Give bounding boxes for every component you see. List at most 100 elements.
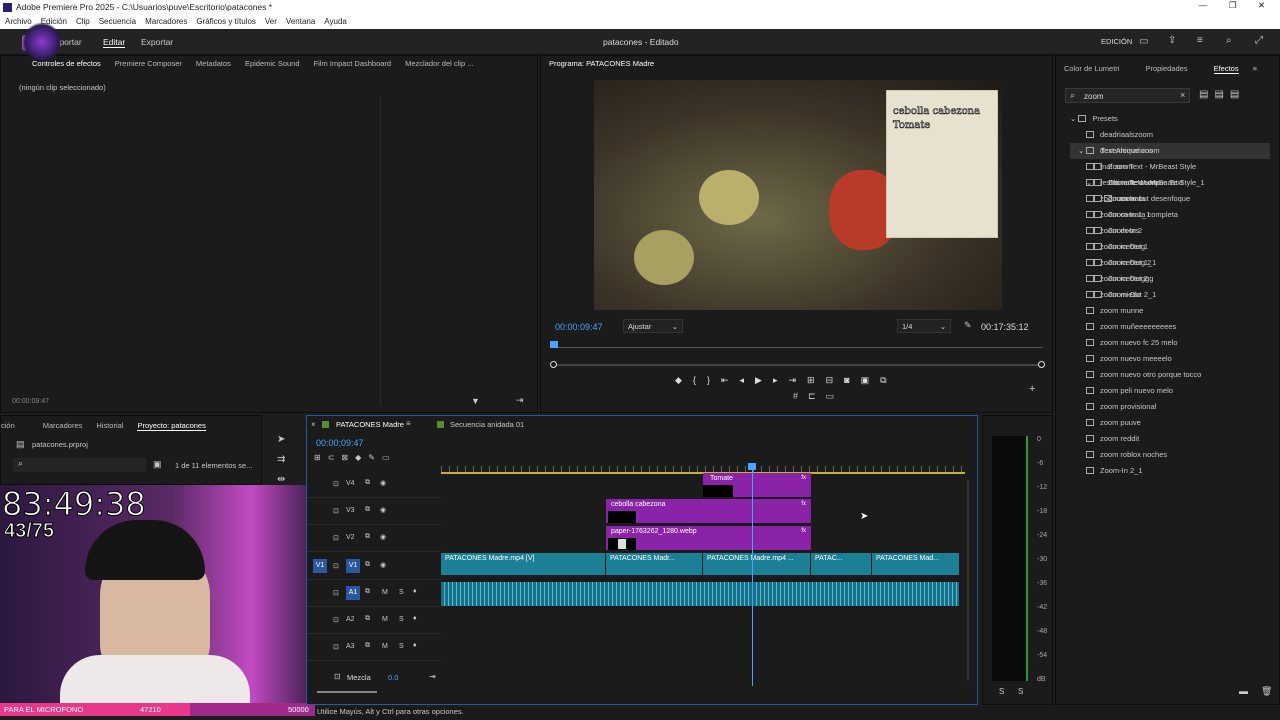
close-tab-icon[interactable]: ×	[311, 420, 316, 429]
wrench-icon[interactable]: ✎	[964, 320, 972, 331]
mute-button[interactable]: M	[382, 616, 388, 623]
marker-icon[interactable]: ◆	[675, 375, 693, 385]
lock-icon[interactable]: ⊡	[333, 643, 339, 651]
menu-archivo[interactable]: Archivo	[5, 17, 32, 26]
filter-icon[interactable]: ▼	[471, 396, 480, 406]
tab-propiedades[interactable]: Propiedades	[1145, 64, 1187, 73]
preset-item[interactable]: zoom muñeeeeeeeees	[1070, 319, 1270, 335]
share-icon[interactable]: ⇪	[1168, 35, 1176, 46]
tab-exportar[interactable]: Exportar	[141, 37, 173, 47]
clip-cebolla[interactable]: cebolla cabezona fx	[606, 499, 811, 523]
solo-right[interactable]: S	[1018, 687, 1023, 696]
mix-end-icon[interactable]: ⇥	[429, 672, 436, 681]
go-to-out-icon[interactable]: ⇥	[788, 375, 807, 385]
tab-sequence-nested[interactable]: Secuencia anidada 01	[450, 420, 524, 429]
export-icon[interactable]: ⇥	[516, 395, 524, 406]
track-label[interactable]: V4	[346, 480, 355, 487]
vertical-scrollbar[interactable]	[967, 481, 969, 681]
preset-item[interactable]: zoom provisional	[1070, 399, 1270, 415]
audio-clip-a1[interactable]	[441, 582, 959, 606]
menu-graficos[interactable]: Gráficos y títulos	[196, 17, 256, 26]
tab-historial[interactable]: Historial	[96, 421, 123, 430]
marker-icon[interactable]: ◆	[355, 453, 368, 462]
preset-item[interactable]: Zoom-In 2_1	[1070, 463, 1270, 479]
lock-icon[interactable]: ⊡	[333, 616, 339, 624]
wrench-icon[interactable]: ✎	[368, 453, 382, 462]
safe-margin-icon[interactable]: ⊏	[808, 391, 826, 401]
play-icon[interactable]: ▶	[755, 375, 773, 385]
track-label[interactable]: V3	[346, 507, 355, 514]
quality-select[interactable]: 1/4 ⌄	[897, 319, 951, 333]
lock-icon[interactable]: ⊡	[333, 562, 339, 570]
microphone-icon[interactable]: ♦	[413, 642, 417, 649]
caption-icon[interactable]: ▭	[382, 453, 397, 462]
close-icon[interactable]: ✕	[1258, 0, 1265, 11]
clip-v1-e[interactable]: PATACONES Mad...	[872, 553, 959, 575]
clip-v1-c[interactable]: PATACONES Madre.mp4 ...	[703, 553, 810, 575]
tab-mixer[interactable]: Mezclador del clip ...	[405, 59, 473, 68]
timeline-timecode[interactable]: 00:00:09:47	[316, 438, 364, 448]
clip-v1-d[interactable]: PATAC...	[811, 553, 871, 575]
snap-icon[interactable]: ⊂	[328, 453, 342, 462]
out-point-icon[interactable]: }	[707, 375, 721, 385]
clear-search-icon[interactable]: ×	[1180, 90, 1185, 100]
text-animations-folder[interactable]: ⌄ Text Animations	[1070, 143, 1270, 159]
track-label[interactable]: V2	[346, 534, 355, 541]
tab-premiere-composer[interactable]: Premiere Composer	[115, 59, 182, 68]
ripple-edit-icon[interactable]: ⇹	[277, 470, 285, 490]
sync-icon[interactable]: ⧉	[365, 479, 370, 487]
solo-button[interactable]: S	[399, 616, 404, 623]
track-label[interactable]: A1	[346, 586, 360, 600]
wumpus-folder[interactable]: ⌄ Ultimate Wumpus Text	[1070, 175, 1270, 191]
vr-icon[interactable]: ▭	[826, 391, 845, 401]
effects-search-input[interactable]: ⌕ zoom ×	[1065, 88, 1190, 103]
maximize-icon[interactable]: ❐	[1229, 0, 1237, 11]
sync-icon[interactable]: ⧉	[365, 588, 370, 596]
track-label[interactable]: A3	[346, 643, 355, 650]
menu-ver[interactable]: Ver	[265, 17, 277, 26]
timeline-zoom-bar[interactable]	[317, 691, 377, 693]
lock-icon[interactable]: ⊡	[333, 507, 339, 515]
tab-editar[interactable]: Editar	[103, 37, 126, 48]
preset-item[interactable]: zoom roblox noches	[1070, 447, 1270, 463]
menu-clip[interactable]: Clip	[76, 17, 90, 26]
preset-item[interactable]: zoom nuevo meeeelo	[1070, 351, 1270, 367]
preset-item[interactable]: Zoom-Out 1	[1070, 239, 1270, 255]
preset-item[interactable]: zoom nuevo fc 25 melo	[1070, 335, 1270, 351]
preset-item[interactable]: Zoom-Out 1_1	[1070, 255, 1270, 271]
playhead-marker[interactable]	[550, 341, 558, 348]
microphone-icon[interactable]: ♦	[413, 615, 417, 622]
preset-item[interactable]: Zoom-Out 2_1	[1070, 287, 1270, 303]
tab-lumetri[interactable]: Color de Lumetri	[1064, 64, 1119, 73]
preset-item[interactable]: zoom munne	[1070, 303, 1270, 319]
workspace-mode[interactable]: EDICIÓN	[1101, 37, 1132, 46]
sync-icon[interactable]: ⧉	[365, 615, 370, 623]
grid-icon[interactable]: #	[793, 391, 808, 401]
eye-icon[interactable]: ◉	[380, 506, 386, 514]
sync-icon[interactable]: ⧉	[365, 506, 370, 514]
selection-tool-icon[interactable]: ➤	[277, 430, 285, 450]
lock-icon[interactable]: ⊡	[333, 534, 339, 542]
tab-metadatos[interactable]: Metadatos	[196, 59, 231, 68]
panel-icon[interactable]: ▭	[1139, 36, 1148, 47]
track-select-icon[interactable]: ⇉	[277, 450, 285, 470]
mute-button[interactable]: M	[382, 589, 388, 596]
tab-edicion[interactable]: ción	[1, 421, 15, 430]
presets-folder[interactable]: ⌄ Presets	[1070, 111, 1270, 127]
sync-icon[interactable]: ⧉	[365, 561, 370, 569]
menu-secuencia[interactable]: Secuencia	[99, 17, 136, 26]
trash-icon[interactable]: 🗑	[1261, 686, 1272, 697]
camera-icon[interactable]: ◙	[844, 375, 860, 385]
preset-item[interactable]: zoom reddit	[1070, 431, 1270, 447]
microphone-icon[interactable]: ♦	[413, 588, 417, 595]
sync-icon[interactable]: ⧉	[365, 533, 370, 541]
go-to-in-icon[interactable]: ⇤	[721, 375, 740, 385]
trim-icon[interactable]: ⧉	[880, 375, 897, 385]
preset-item[interactable]: Zoom-In 2	[1070, 223, 1270, 239]
clip-v1-b[interactable]: PATACONES Madr...	[606, 553, 702, 575]
tab-proyecto[interactable]: Proyecto: patacones	[137, 421, 206, 431]
minimize-icon[interactable]: —	[1199, 0, 1208, 10]
lock-icon[interactable]: ⊡	[333, 480, 339, 488]
fit-select[interactable]: Ajustar ⌄	[623, 319, 683, 333]
program-ruler[interactable]	[553, 347, 1043, 348]
